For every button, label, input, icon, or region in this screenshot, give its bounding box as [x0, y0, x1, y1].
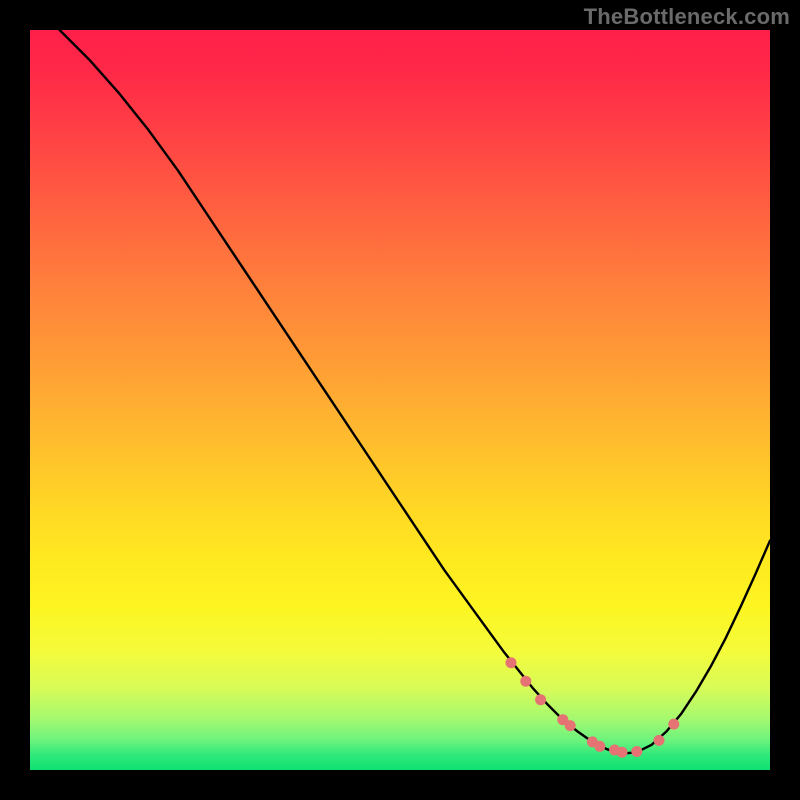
- highlight-point: [668, 719, 679, 730]
- highlight-point: [594, 741, 605, 752]
- highlight-point: [506, 657, 517, 668]
- plot-area: [30, 30, 770, 770]
- highlight-point: [654, 735, 665, 746]
- highlight-point: [631, 746, 642, 757]
- bottleneck-curve: [60, 30, 770, 754]
- chart-frame: TheBottleneck.com: [0, 0, 800, 800]
- highlight-point: [617, 747, 628, 758]
- highlight-point: [535, 694, 546, 705]
- highlight-point: [565, 720, 576, 731]
- highlight-point: [520, 676, 531, 687]
- curve-layer: [30, 30, 770, 770]
- watermark-text: TheBottleneck.com: [584, 4, 790, 30]
